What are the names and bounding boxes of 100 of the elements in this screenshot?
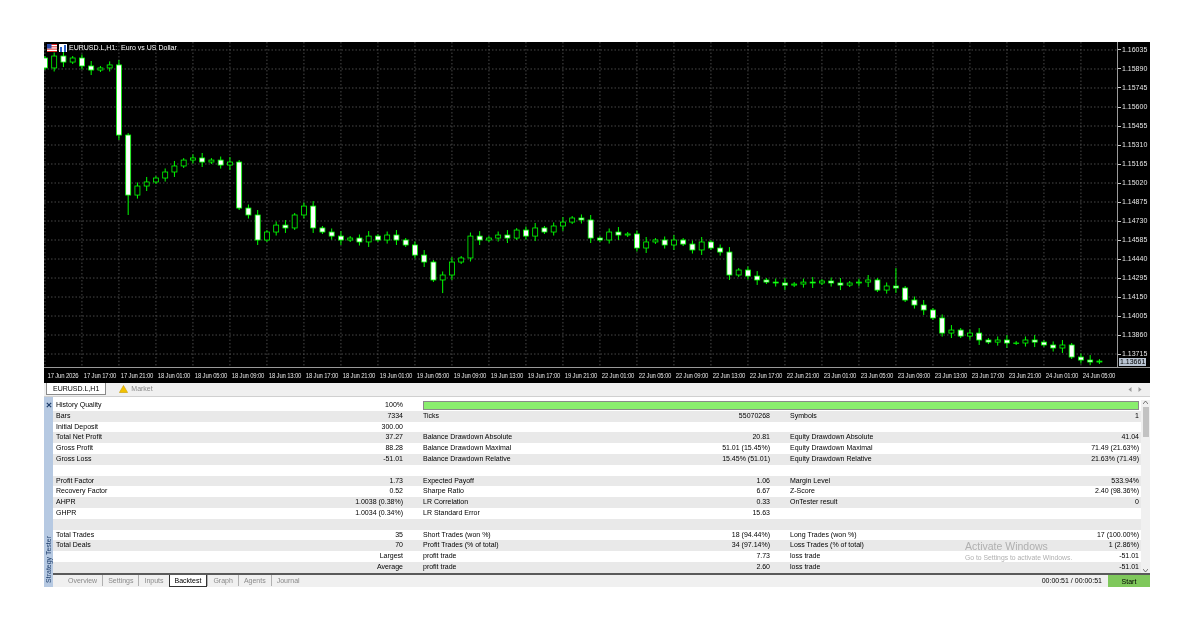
candle <box>976 327 983 346</box>
candle <box>772 278 779 288</box>
candle <box>624 231 631 238</box>
candle <box>79 53 85 70</box>
candle <box>44 55 48 71</box>
candle <box>513 227 520 241</box>
candle <box>578 213 585 224</box>
candle <box>643 236 650 254</box>
candle <box>708 239 714 251</box>
candle <box>171 160 178 178</box>
candle <box>1096 358 1103 365</box>
candle <box>1068 342 1075 360</box>
candle <box>1078 353 1084 365</box>
candle <box>1041 339 1047 348</box>
candle <box>449 256 455 281</box>
candle <box>634 229 640 253</box>
candle <box>97 65 104 73</box>
candle <box>486 235 492 243</box>
candle <box>310 200 317 234</box>
candle <box>1059 339 1066 354</box>
chevron-down-icon[interactable] <box>1143 569 1148 572</box>
candle <box>939 313 946 338</box>
candle <box>726 246 733 281</box>
candle <box>356 234 363 246</box>
candle <box>856 278 862 288</box>
candle <box>819 278 825 286</box>
candle <box>282 219 289 234</box>
candle <box>495 231 502 243</box>
candle <box>245 204 252 219</box>
candle <box>652 237 659 245</box>
candle <box>143 176 150 192</box>
candle <box>60 50 67 68</box>
candle <box>560 216 566 232</box>
candle <box>504 229 511 244</box>
candle <box>689 240 696 254</box>
candle <box>254 209 261 246</box>
candle <box>957 327 964 339</box>
candle <box>763 277 770 285</box>
candle <box>791 281 798 288</box>
candle <box>69 55 76 65</box>
candle <box>430 259 437 283</box>
candle <box>328 228 335 241</box>
candle <box>967 329 973 341</box>
candle <box>523 226 529 241</box>
candle <box>920 299 927 316</box>
candle <box>106 60 113 72</box>
candle <box>698 236 705 256</box>
candle <box>393 229 400 246</box>
activation-notice-title: Activate Windows <box>965 540 1049 553</box>
candle <box>930 307 936 321</box>
candle <box>532 222 539 242</box>
candle <box>671 234 677 251</box>
candle <box>615 226 622 241</box>
candle <box>837 277 844 291</box>
candle <box>365 230 372 248</box>
candle <box>597 235 603 243</box>
candle <box>338 230 344 246</box>
candle <box>735 267 742 278</box>
candle <box>828 277 835 288</box>
candle <box>902 285 909 303</box>
close-icon[interactable] <box>45 402 52 408</box>
chevron-up-icon[interactable] <box>1143 401 1148 404</box>
candle <box>985 337 992 345</box>
chevron-left-icon[interactable] <box>1128 387 1132 392</box>
candle <box>1004 334 1010 349</box>
candle <box>606 228 613 245</box>
candle <box>893 267 899 294</box>
candle <box>800 278 807 289</box>
candle <box>1022 335 1029 348</box>
candle <box>994 335 1001 347</box>
candle <box>883 281 890 295</box>
candle <box>421 249 428 268</box>
candle <box>217 156 224 170</box>
scrollbar-thumb[interactable] <box>1142 407 1149 437</box>
candle <box>384 231 391 245</box>
candle <box>402 237 409 248</box>
candle <box>301 202 307 219</box>
candle <box>208 157 215 165</box>
candle <box>88 60 95 76</box>
candle <box>347 235 354 243</box>
candle <box>227 156 233 171</box>
candle <box>541 225 548 235</box>
candle <box>569 215 576 225</box>
candle <box>467 232 474 262</box>
candle <box>874 277 881 293</box>
flag-icon <box>47 43 57 52</box>
chevron-right-icon[interactable] <box>1138 387 1142 392</box>
candle <box>153 175 159 185</box>
candle <box>439 270 446 294</box>
scrollbar[interactable] <box>1141 400 1150 573</box>
candle <box>717 243 724 257</box>
candle <box>661 236 668 250</box>
candle <box>180 157 187 169</box>
bar-chart-icon <box>59 43 67 52</box>
candle <box>809 276 816 289</box>
candle <box>319 225 326 235</box>
candle <box>273 221 280 237</box>
candle <box>162 167 169 183</box>
candle <box>1050 340 1057 353</box>
candle <box>190 153 196 165</box>
